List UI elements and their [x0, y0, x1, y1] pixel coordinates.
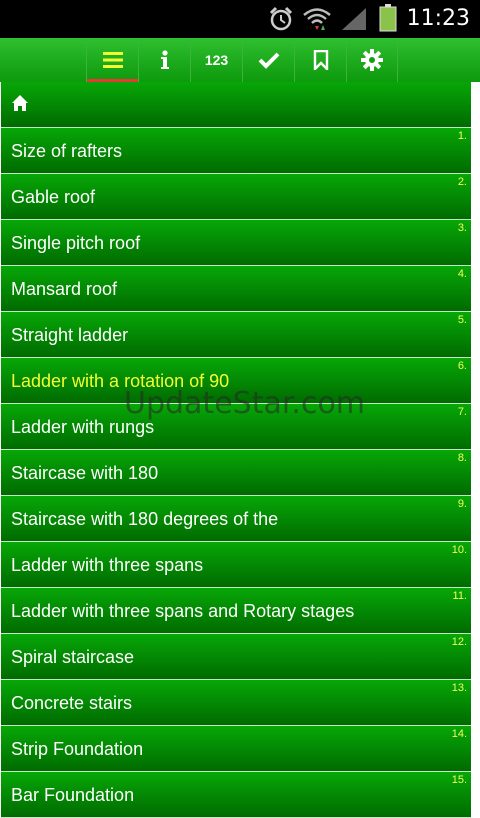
toolbar: 123 [0, 38, 480, 82]
list-item-number: 13. [451, 682, 467, 694]
list-item[interactable]: Concrete stairs 13. [1, 680, 471, 726]
list-item-number: 6. [457, 360, 467, 372]
wifi-icon [303, 8, 331, 30]
list-item[interactable]: Strip Foundation 14. [1, 726, 471, 772]
list-item-number: 1. [457, 130, 467, 142]
list-item-label: Single pitch roof [11, 233, 141, 253]
list-item-label: Concrete stairs [11, 693, 133, 713]
list-item-number: 5. [457, 314, 467, 326]
list-item-label: Mansard roof [11, 279, 118, 299]
list-item-number: 3. [457, 222, 467, 234]
list-item-number: 11. [452, 590, 467, 602]
list-item[interactable]: Ladder with rungs 7. [1, 404, 471, 450]
list-item[interactable]: Spiral staircase 12. [1, 634, 471, 680]
info-button[interactable] [138, 38, 190, 82]
list-item-label: Bar Foundation [11, 785, 135, 805]
list-item-label: Ladder with rungs [11, 417, 155, 437]
list-item-number: 14. [451, 728, 467, 740]
list-item-number: 8. [457, 452, 467, 464]
menu-icon [102, 52, 123, 68]
list-item-label: Gable roof [11, 187, 96, 207]
list-item-label: Ladder with three spans and Rotary stage… [11, 601, 355, 621]
list-item-label: Size of rafters [11, 141, 123, 161]
list-item-number: 7. [457, 406, 467, 418]
alarm-icon [269, 6, 293, 31]
menu-button[interactable] [86, 38, 138, 82]
list-item-label: Staircase with 180 degrees of the [11, 509, 279, 529]
signal-icon [342, 8, 366, 30]
numbers-label: 123 [204, 52, 229, 68]
list-item[interactable]: Single pitch roof 3. [1, 220, 471, 266]
bookmark-icon [313, 50, 328, 70]
list-item[interactable]: Gable roof 2. [1, 174, 471, 220]
list-item[interactable]: Ladder with three spans 10. [1, 542, 471, 588]
check-icon [258, 52, 279, 69]
list-item[interactable]: Size of rafters 1. [1, 128, 471, 174]
settings-button[interactable] [346, 38, 398, 82]
list-item-number: 9. [457, 498, 467, 510]
list-item-label: Straight ladder [11, 325, 129, 345]
list-item[interactable]: Ladder with three spans and Rotary stage… [1, 588, 471, 634]
gear-icon [361, 49, 383, 71]
list-item-label: Ladder with three spans [11, 555, 204, 575]
list-item-label: Spiral staircase [11, 647, 135, 667]
status-bar: 11:23 [0, 0, 480, 38]
list-item-label: Strip Foundation [11, 739, 144, 759]
list-item[interactable]: Straight ladder 5. [1, 312, 471, 358]
chapter-list: Size of rafters 1. Gable roof 2. Single pitc… [0, 82, 472, 818]
list-item-home[interactable] [1, 82, 471, 128]
list-item-number: 2. [457, 176, 467, 188]
list-item-label: Staircase with 180 [11, 463, 159, 483]
list-item-number: 12. [451, 636, 467, 648]
list-item[interactable]: Mansard roof 4. [1, 266, 471, 312]
list-item[interactable]: Staircase with 180 degrees of the 9. [1, 496, 471, 542]
list-item-number: 4. [457, 268, 467, 280]
list-item[interactable]: Bar Foundation 15. [1, 772, 471, 818]
bookmark-button[interactable] [294, 38, 346, 82]
battery-icon [379, 4, 397, 32]
home-icon [12, 95, 28, 111]
check-button[interactable] [242, 38, 294, 82]
numbers-button[interactable]: 123 [190, 38, 242, 82]
clock: 11:23 [406, 6, 470, 31]
list-item-number: 15. [451, 774, 467, 786]
list-item-label: Ladder with a rotation of 90 [11, 371, 230, 391]
list-item[interactable]: Ladder with a rotation of 90 6. [1, 358, 471, 404]
info-icon [160, 50, 169, 69]
list-item[interactable]: Staircase with 180 8. [1, 450, 471, 496]
list-item-number: 10. [451, 544, 467, 556]
